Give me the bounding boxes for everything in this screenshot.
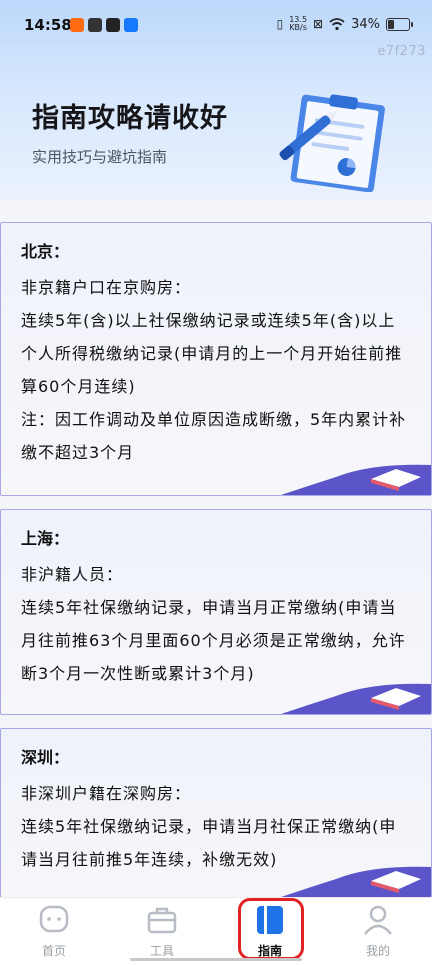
- card-city: 上海：: [21, 529, 70, 548]
- guide-card-shanghai: 上海： 非沪籍人员： 连续5年社保缴纳记录，申请当月正常缴纳(申请当月往前推63…: [0, 509, 432, 715]
- bottom-tab-bar: 首页 工具 指南 我的: [0, 897, 432, 965]
- taobao-app-icon: [70, 18, 84, 32]
- status-right: ▯ 13.5 KB/s ⊠ 34%: [276, 15, 413, 32]
- card-line: 非深圳户籍在深购房：: [21, 784, 192, 803]
- user-icon: [364, 905, 392, 935]
- home-icon: [39, 905, 69, 933]
- card-line: 非沪籍人员：: [21, 565, 124, 584]
- page-subtitle: 实用技巧与避坑指南: [32, 148, 168, 166]
- battery-icon: [386, 17, 413, 31]
- tab-label: 首页: [41, 944, 66, 958]
- toolbox-icon: [147, 907, 177, 934]
- guide-card-beijing: 北京： 非京籍户口在京购房： 连续5年(含)以上社保缴纳记录或连续5年(含)以上…: [0, 222, 432, 496]
- status-time: 14:58: [24, 16, 72, 34]
- battery-percent: 34%: [351, 16, 380, 32]
- hero-banner: 14:58 ▯ 13.5 KB/s ⊠ 34% e7f273 指南攻略请收好 实…: [0, 0, 432, 200]
- home-indicator[interactable]: [130, 958, 302, 961]
- page-title: 指南攻略请收好: [32, 103, 228, 134]
- card-city: 深圳：: [21, 748, 70, 767]
- tab-label: 我的: [365, 944, 390, 958]
- wifi-icon: [329, 17, 345, 30]
- tab-home[interactable]: 首页: [14, 902, 94, 959]
- sim-icon: ⊠: [313, 17, 324, 31]
- tab-label: 工具: [149, 944, 174, 958]
- net-speed: 13.5 KB/s: [289, 15, 308, 32]
- book-decoration-icon: [281, 464, 431, 495]
- video-app-icon: [106, 18, 120, 32]
- corner-code: e7f273: [377, 44, 426, 59]
- card-city: 北京：: [21, 242, 70, 261]
- card-line: 非京籍户口在京购房：: [21, 278, 192, 297]
- guide-card-shenzhen: 深圳： 非深圳户籍在深购房： 连续5年社保缴纳记录，申请当月社保正常缴纳(申请当…: [0, 728, 432, 898]
- book-decoration-icon: [281, 683, 431, 714]
- tab-mine[interactable]: 我的: [338, 902, 418, 959]
- tab-tools[interactable]: 工具: [122, 902, 202, 959]
- notification-icons: [70, 18, 138, 32]
- book-decoration-icon: [281, 866, 431, 897]
- app-icon: [88, 18, 102, 32]
- vibrate-icon: ▯: [276, 17, 284, 31]
- active-tab-highlight: [238, 898, 304, 960]
- status-bar: 14:58 ▯ 13.5 KB/s ⊠ 34%: [0, 10, 432, 40]
- clipboard-illustration: [279, 94, 385, 192]
- alipay-app-icon: [124, 18, 138, 32]
- card-line: 连续5年(含)以上社保缴纳记录或连续5年(含)以上个人所得税缴纳记录(申请月的上…: [21, 311, 403, 396]
